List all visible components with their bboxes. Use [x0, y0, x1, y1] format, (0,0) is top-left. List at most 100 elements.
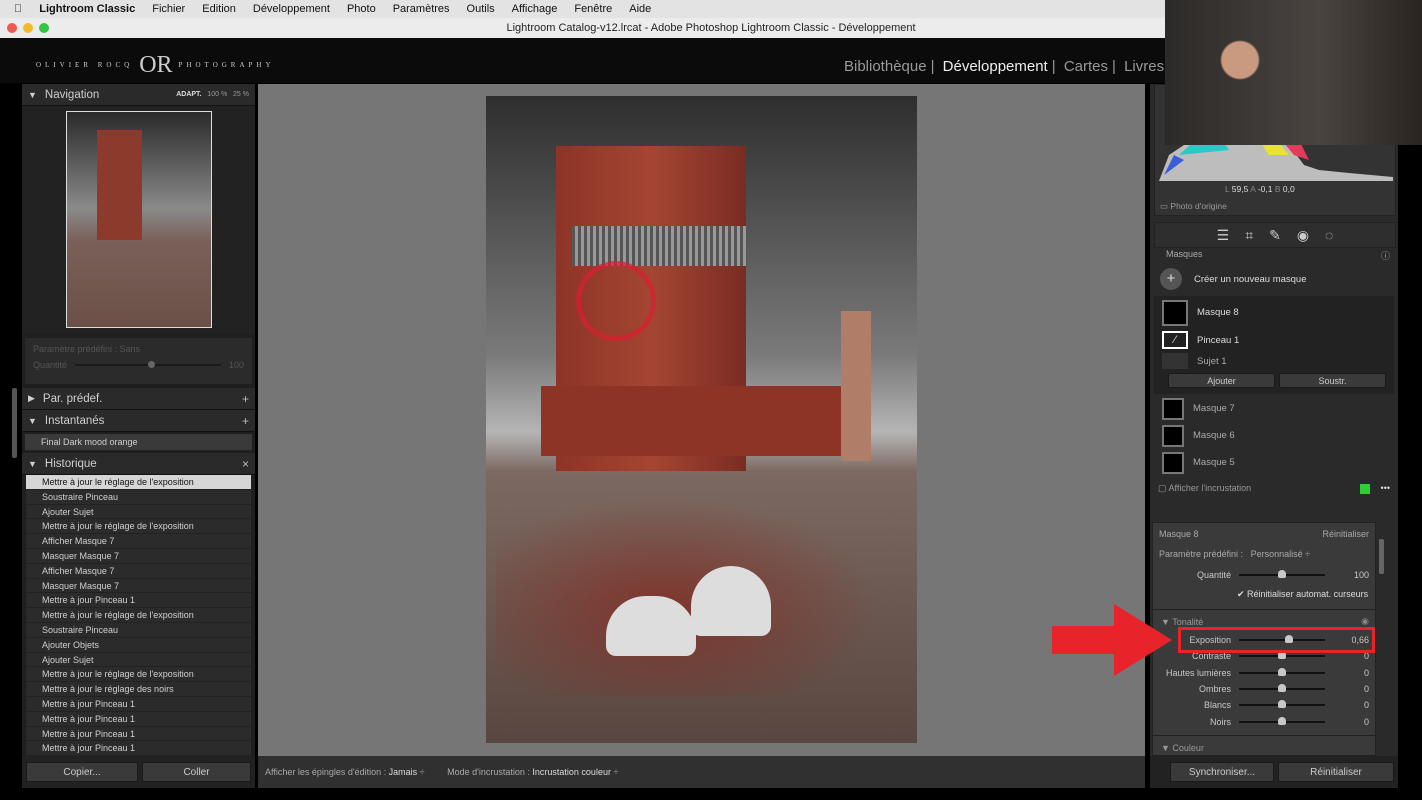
slider-track[interactable]: [1239, 684, 1325, 693]
right-scrollbar[interactable]: [1379, 539, 1384, 574]
snapshot-item[interactable]: Final Dark mood orange: [25, 434, 252, 451]
history-item[interactable]: Mettre à jour Pinceau 1: [26, 696, 251, 712]
menu-affichage[interactable]: Affichage: [512, 3, 558, 15]
slider-value[interactable]: 0: [1325, 668, 1369, 678]
zoom-25[interactable]: 25 %: [233, 91, 249, 98]
mask-item-7[interactable]: Masque 7: [1154, 395, 1394, 422]
history-item[interactable]: Masquer Masque 7: [26, 578, 251, 594]
menu-developpement[interactable]: Développement: [253, 3, 330, 15]
navigator-preview[interactable]: [22, 106, 255, 334]
clear-history-icon[interactable]: ×: [242, 457, 249, 471]
copy-button[interactable]: Copier...: [26, 762, 138, 782]
slider-track[interactable]: [1239, 651, 1325, 660]
menu-photo[interactable]: Photo: [347, 3, 376, 15]
overlay-color-swatch[interactable]: [1360, 484, 1370, 494]
history-item[interactable]: Mettre à jour le réglage des noirs: [26, 682, 251, 697]
history-item[interactable]: Mettre à jour le réglage de l'exposition: [26, 475, 251, 490]
more-options-icon[interactable]: •••: [1381, 483, 1390, 493]
history-item[interactable]: Mettre à jour le réglage de l'exposition: [26, 667, 251, 683]
mask-reset-button[interactable]: Réinitialiser: [1322, 529, 1369, 539]
masking-icon[interactable]: ◌: [1325, 227, 1333, 243]
history-item[interactable]: Soustraire Pinceau: [26, 489, 251, 505]
add-snapshot-icon[interactable]: +: [242, 414, 249, 428]
history-item[interactable]: Ajouter Objets: [26, 637, 251, 653]
subtract-from-mask-button[interactable]: Soustr.: [1279, 373, 1386, 388]
history-item[interactable]: Mettre à jour le réglage de l'exposition: [26, 608, 251, 623]
original-photo-toggle[interactable]: ▭ Photo d'origine: [1160, 201, 1227, 212]
snapshots-header[interactable]: ▼ Instantanés +: [22, 410, 255, 432]
masks-header: Masques ⓘ: [1154, 249, 1396, 263]
photo[interactable]: [486, 96, 917, 743]
crop-icon[interactable]: ⌗: [1245, 227, 1253, 244]
slider-knob[interactable]: [1278, 700, 1286, 709]
presets-header[interactable]: ▶ Par. prédef. +: [22, 388, 255, 410]
menu-fichier[interactable]: Fichier: [152, 3, 185, 15]
history-header[interactable]: ▼ Historique ×: [22, 453, 255, 475]
close-window-button[interactable]: [7, 23, 17, 33]
pins-select[interactable]: Jamais: [389, 767, 418, 777]
history-item[interactable]: Mettre à jour Pinceau 1: [26, 726, 251, 742]
history-item[interactable]: Masquer Masque 7: [26, 548, 251, 564]
slider-track[interactable]: [1239, 716, 1325, 725]
history-item[interactable]: Mettre à jour Pinceau 1: [26, 593, 251, 609]
left-scrollbar[interactable]: [12, 388, 17, 458]
add-to-mask-button[interactable]: Ajouter: [1168, 373, 1275, 388]
slider-knob[interactable]: [1278, 684, 1286, 693]
zoom-fit[interactable]: ADAPT.: [176, 91, 201, 98]
zoom-window-button[interactable]: [39, 23, 49, 33]
slider-knob[interactable]: [1278, 667, 1286, 676]
menu-aide[interactable]: Aide: [629, 3, 651, 15]
navigation-header[interactable]: ▼ Navigation ADAPT. 100 % 25 %: [22, 84, 255, 106]
eye-icon[interactable]: ◉: [1361, 616, 1369, 627]
module-cartes[interactable]: Cartes: [1064, 58, 1108, 75]
amount-slider[interactable]: [1239, 570, 1325, 579]
reset-button[interactable]: Réinitialiser: [1278, 762, 1394, 782]
history-item[interactable]: Ajouter Sujet: [26, 652, 251, 668]
history-item[interactable]: Afficher Masque 7: [26, 563, 251, 579]
auto-reset-checkbox[interactable]: ✔ Réinitialiser automat. curseurs: [1237, 589, 1368, 600]
overlay-mode-select[interactable]: Incrustation couleur: [532, 767, 611, 777]
menu-app[interactable]: Lightroom Classic: [39, 3, 135, 15]
preset-select[interactable]: Personnalisé: [1251, 549, 1303, 559]
menu-outils[interactable]: Outils: [467, 3, 495, 15]
module-developpement[interactable]: Développement: [943, 58, 1048, 75]
minimize-window-button[interactable]: [23, 23, 33, 33]
mask-item-8[interactable]: Masque 8: [1154, 296, 1394, 329]
slider-value[interactable]: 0: [1325, 700, 1369, 710]
module-bibliotheque[interactable]: Bibliothèque: [844, 58, 927, 75]
module-livres[interactable]: Livres: [1124, 58, 1164, 75]
brush-icon: ⁄: [1162, 331, 1188, 349]
apple-icon[interactable]: : [14, 3, 22, 15]
mask-component-subject[interactable]: Sujet 1: [1154, 351, 1394, 371]
slider-value[interactable]: 100: [1325, 570, 1369, 580]
red-eye-icon[interactable]: ◉: [1297, 227, 1309, 244]
history-item[interactable]: Mettre à jour Pinceau 1: [26, 711, 251, 727]
healing-icon[interactable]: ✎: [1269, 227, 1281, 244]
menu-edition[interactable]: Edition: [202, 3, 236, 15]
sync-button[interactable]: Synchroniser...: [1170, 762, 1274, 782]
show-overlay-checkbox[interactable]: ▢: [1158, 483, 1167, 493]
create-mask-button[interactable]: + Créer un nouveau masque: [1154, 264, 1396, 294]
edit-sliders-icon[interactable]: ☰: [1217, 227, 1230, 244]
history-item[interactable]: Afficher Masque 7: [26, 534, 251, 549]
mask-item-5[interactable]: Masque 5: [1154, 449, 1394, 476]
add-preset-icon[interactable]: +: [242, 392, 249, 406]
help-icon[interactable]: ⓘ: [1381, 249, 1390, 262]
history-item[interactable]: Ajouter Sujet: [26, 504, 251, 520]
mask-component-brush[interactable]: ⁄ Pinceau 1: [1154, 329, 1394, 351]
color-header[interactable]: ▼ Couleur: [1161, 743, 1204, 753]
history-item[interactable]: Mettre à jour le réglage de l'exposition: [26, 519, 251, 535]
mask-item-6[interactable]: Masque 6: [1154, 422, 1394, 449]
menu-parametres[interactable]: Paramètres: [393, 3, 450, 15]
zoom-100[interactable]: 100 %: [207, 91, 227, 98]
slider-track[interactable]: [1239, 667, 1325, 676]
slider-knob[interactable]: [1278, 716, 1286, 725]
menu-fenetre[interactable]: Fenêtre: [574, 3, 612, 15]
slider-value[interactable]: 0: [1325, 684, 1369, 694]
history-item[interactable]: Soustraire Pinceau: [26, 622, 251, 638]
paste-button[interactable]: Coller: [142, 762, 251, 782]
history-item[interactable]: Mettre à jour Pinceau 1: [26, 741, 251, 757]
slider-value[interactable]: 0: [1325, 717, 1369, 727]
amount-slider[interactable]: [75, 361, 221, 368]
slider-track[interactable]: [1239, 700, 1325, 709]
